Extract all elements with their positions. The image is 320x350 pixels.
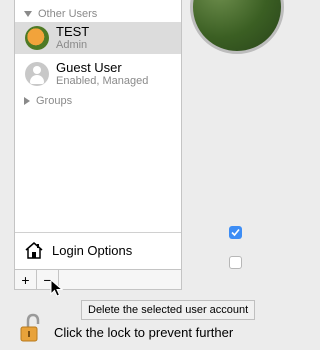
selected-user-avatar [190,0,284,54]
checkmark-icon [231,228,240,237]
user-row-guest[interactable]: Guest User Enabled, Managed [15,58,181,90]
section-header-label: Other Users [38,8,98,20]
checked-checkbox[interactable] [229,226,242,239]
other-users-section-header[interactable]: Other Users [24,7,97,21]
login-options-item[interactable]: Login Options [15,232,181,269]
lock-icon[interactable] [20,312,42,344]
user-role: Admin [56,39,88,51]
users-sidebar: Other Users TEST Admin Guest User Enable… [14,0,182,270]
disclosure-down-icon [24,11,32,17]
login-options-label: Login Options [52,243,133,258]
user-list-button-bar: + − [14,270,182,290]
lock-instruction-text: Click the lock to prevent further [54,325,234,340]
user-status: Enabled, Managed [56,75,149,87]
user-name: Guest User [56,60,122,75]
user-name: TEST [56,24,90,39]
delete-user-tooltip: Delete the selected user account [81,300,256,320]
unchecked-checkbox[interactable] [229,256,242,269]
pointer-cursor-icon [50,279,64,297]
house-icon [25,242,43,259]
user-avatar-icon [25,26,49,50]
user-row-test[interactable]: TEST Admin [15,22,181,54]
groups-section-header[interactable]: Groups [24,94,72,108]
add-user-button[interactable]: + [15,270,37,289]
groups-label: Groups [36,95,73,107]
disclosure-right-icon [24,97,30,105]
guest-user-icon [25,62,49,86]
